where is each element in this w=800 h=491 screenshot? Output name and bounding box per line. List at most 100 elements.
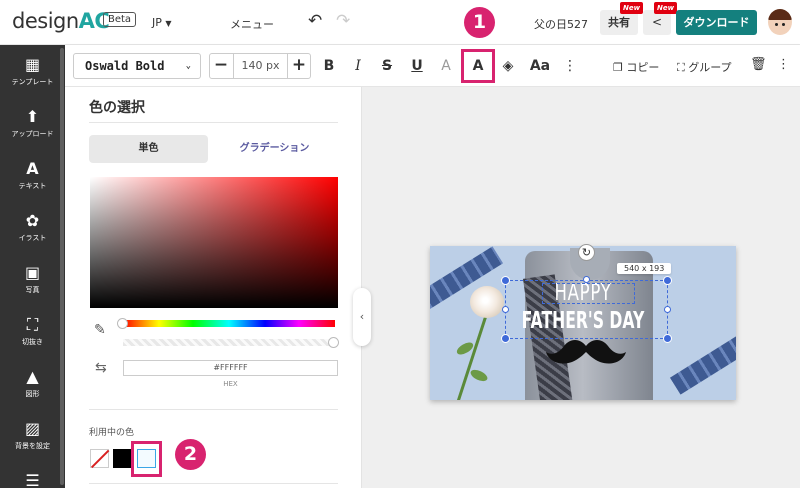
inner-selection-box[interactable] bbox=[542, 283, 635, 304]
stripe-decoration bbox=[669, 327, 736, 395]
alpha-slider-handle[interactable] bbox=[328, 337, 339, 348]
sidebar-item-label: 切抜き bbox=[22, 338, 43, 346]
logo-text: design bbox=[12, 9, 79, 33]
sidebar-item-text[interactable]: A テキスト bbox=[0, 159, 65, 191]
sidebar-item-template[interactable]: ▦ テンプレート bbox=[0, 55, 65, 87]
color-panel: 色の選択 単色 グラデーション ✎ ⇆ #FFFFFF HEX 利用中の色 2 bbox=[65, 87, 362, 488]
language-label: JP bbox=[152, 16, 162, 29]
sidebar-scrollbar[interactable] bbox=[60, 48, 64, 485]
resize-handle[interactable] bbox=[501, 276, 510, 285]
sidebar-item-label: テキスト bbox=[18, 182, 47, 190]
resize-handle[interactable] bbox=[663, 334, 672, 343]
chevron-down-icon: ⌄ bbox=[185, 61, 191, 71]
download-button[interactable]: ダウンロード bbox=[676, 10, 757, 35]
used-colors-label: 利用中の色 bbox=[89, 428, 135, 438]
project-name[interactable]: 父の日527 bbox=[534, 16, 588, 32]
tab-gradient[interactable]: グラデーション bbox=[215, 135, 334, 163]
text-icon: A bbox=[26, 159, 39, 178]
outline-text-icon[interactable]: A bbox=[435, 55, 457, 77]
divider bbox=[89, 122, 338, 123]
beta-badge: Beta bbox=[103, 12, 137, 27]
sidebar-item-label: アップロード bbox=[11, 130, 54, 138]
sidebar-item-background[interactable]: ▨ 背景を設定 bbox=[0, 419, 65, 451]
text-style-icon[interactable]: Aa bbox=[526, 55, 554, 77]
undo-icon[interactable]: ↶ bbox=[308, 11, 322, 31]
copy-label: コピー bbox=[626, 61, 660, 74]
new-badge: New bbox=[620, 2, 644, 14]
step-badge-1: 1 bbox=[464, 7, 495, 38]
minus-icon[interactable]: − bbox=[210, 54, 232, 78]
divider bbox=[89, 483, 338, 484]
chevron-left-icon: ‹ bbox=[359, 310, 365, 323]
copy-icon: ❐ bbox=[613, 61, 623, 74]
menu-button[interactable]: メニュー bbox=[230, 16, 274, 32]
rotate-icon[interactable]: ↻ bbox=[578, 244, 595, 261]
logo[interactable]: designAC bbox=[12, 9, 110, 33]
panel-title: 色の選択 bbox=[89, 100, 145, 116]
step-badge-2: 2 bbox=[175, 439, 206, 470]
sidebar-item-illustration[interactable]: ✿ イラスト bbox=[0, 211, 65, 243]
copy-button[interactable]: ❐ コピー bbox=[613, 59, 659, 75]
top-bar: designAC Beta JP ▼ メニュー ↶ ↷ 父の日527 共有 Ne… bbox=[0, 0, 800, 45]
dimensions-tooltip: 540 x 193 bbox=[617, 263, 672, 274]
text-toolbar: Oswald Bold ⌄ − 140 px + B I S U A A ◈ A… bbox=[65, 45, 800, 87]
avatar[interactable] bbox=[768, 9, 792, 35]
upload-icon: ⬆ bbox=[25, 107, 40, 126]
group-label: グループ bbox=[688, 61, 732, 74]
resize-handle[interactable] bbox=[502, 306, 509, 313]
strikethrough-icon[interactable]: S bbox=[376, 55, 398, 77]
sidebar-item-label: イラスト bbox=[18, 234, 47, 242]
font-family-value: Oswald Bold bbox=[85, 59, 165, 73]
alpha-slider[interactable] bbox=[123, 339, 335, 346]
italic-icon[interactable]: I bbox=[347, 55, 369, 77]
group-button[interactable]: ⛶ グループ bbox=[677, 59, 732, 75]
hue-slider-handle[interactable] bbox=[117, 318, 128, 329]
bold-icon[interactable]: B bbox=[318, 55, 340, 77]
sidebar-item-label: 背景を設定 bbox=[15, 442, 50, 450]
group-icon: ⛶ bbox=[677, 61, 685, 74]
font-family-select[interactable]: Oswald Bold ⌄ bbox=[73, 53, 201, 79]
resize-handle[interactable] bbox=[501, 334, 510, 343]
caret-down-icon: ▼ bbox=[165, 19, 172, 28]
font-size-stepper: − 140 px + bbox=[209, 53, 311, 79]
saturation-value-picker[interactable] bbox=[90, 177, 338, 308]
sidebar-item-label: テンプレート bbox=[11, 78, 54, 86]
swatch-transparent[interactable] bbox=[90, 449, 109, 468]
fill-bucket-icon[interactable]: ◈ bbox=[497, 55, 519, 77]
divider bbox=[89, 409, 338, 410]
resize-handle[interactable] bbox=[663, 276, 672, 285]
resize-handle[interactable] bbox=[583, 276, 590, 283]
swatch-black[interactable] bbox=[113, 449, 132, 468]
plus-icon[interactable]: + bbox=[288, 54, 310, 78]
tab-solid-color[interactable]: 単色 bbox=[89, 135, 208, 163]
photo-icon: ▣ bbox=[24, 263, 41, 282]
sidebar: ▦ テンプレート ⬆ アップロード A テキスト ✿ イラスト ▣ 写真 ⛶ 切… bbox=[0, 45, 65, 491]
sidebar-item-crop[interactable]: ⛶ 切抜き bbox=[0, 315, 65, 347]
template-icon: ▦ bbox=[24, 55, 41, 74]
swap-format-icon[interactable]: ⇆ bbox=[95, 360, 107, 376]
more-vertical-icon[interactable]: ⋮ bbox=[777, 57, 790, 72]
sidebar-item-more[interactable]: ☰ bbox=[0, 471, 65, 491]
share-icon: < bbox=[651, 15, 663, 29]
leaf bbox=[468, 367, 490, 384]
mustache-illustration[interactable] bbox=[546, 338, 626, 368]
sidebar-item-photo[interactable]: ▣ 写真 bbox=[0, 263, 65, 295]
collapse-panel-button[interactable]: ‹ bbox=[353, 288, 371, 346]
underline-icon[interactable]: U bbox=[406, 55, 428, 77]
list-icon: ☰ bbox=[25, 471, 40, 490]
highlight-box bbox=[131, 441, 162, 477]
sidebar-item-upload[interactable]: ⬆ アップロード bbox=[0, 107, 65, 139]
font-size-input[interactable]: 140 px bbox=[233, 54, 288, 78]
hex-label: HEX bbox=[223, 380, 238, 388]
hue-slider[interactable] bbox=[123, 320, 335, 327]
text-color-icon[interactable]: A bbox=[461, 49, 495, 83]
trash-icon[interactable]: 🗑 bbox=[750, 57, 767, 72]
more-vertical-icon[interactable]: ⋮ bbox=[559, 55, 581, 77]
shape-icon: ▲ bbox=[26, 367, 39, 386]
sidebar-item-shape[interactable]: ▲ 図形 bbox=[0, 367, 65, 399]
resize-handle[interactable] bbox=[664, 306, 671, 313]
redo-icon[interactable]: ↷ bbox=[336, 11, 350, 31]
language-selector[interactable]: JP ▼ bbox=[152, 16, 172, 29]
eyedropper-icon[interactable]: ✎ bbox=[94, 322, 106, 338]
hex-input[interactable]: #FFFFFF bbox=[123, 360, 338, 376]
